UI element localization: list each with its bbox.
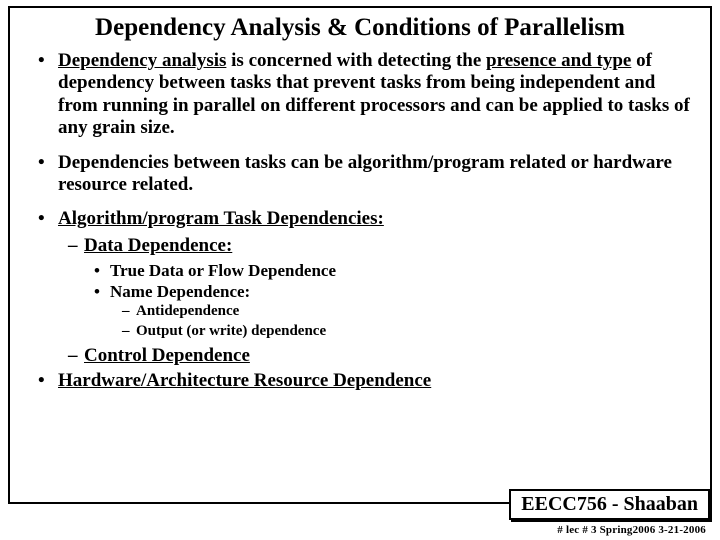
bullet-algorithm-task-deps: Algorithm/program Task Dependencies:: [24, 208, 696, 230]
slide-title: Dependency Analysis & Conditions of Para…: [24, 14, 696, 42]
content-list: Dependency analysis is concerned with de…: [24, 50, 696, 392]
slide-frame: Dependency Analysis & Conditions of Para…: [8, 6, 712, 504]
footer-text: # lec # 3 Spring2006 3-21-2006: [557, 524, 706, 536]
bullet-dependencies-between: Dependencies between tasks can be algori…: [24, 152, 696, 197]
course-box: EECC756 - Shaaban: [509, 489, 710, 520]
bullet-data-dependence: Data Dependence:: [24, 235, 696, 258]
bullet-true-data: True Data or Flow Dependence: [24, 260, 696, 281]
bullet-name-dependence: Name Dependence:: [24, 281, 696, 302]
bullet-output-dependence: Output (or write) dependence: [24, 322, 696, 342]
bullet-control-dependence: Control Dependence: [24, 345, 696, 368]
bullet-dependency-analysis: Dependency analysis is concerned with de…: [24, 50, 696, 140]
bullet-antidependence: Antidependence: [24, 302, 696, 322]
bullet-hardware-resource: Hardware/Architecture Resource Dependenc…: [24, 370, 696, 392]
